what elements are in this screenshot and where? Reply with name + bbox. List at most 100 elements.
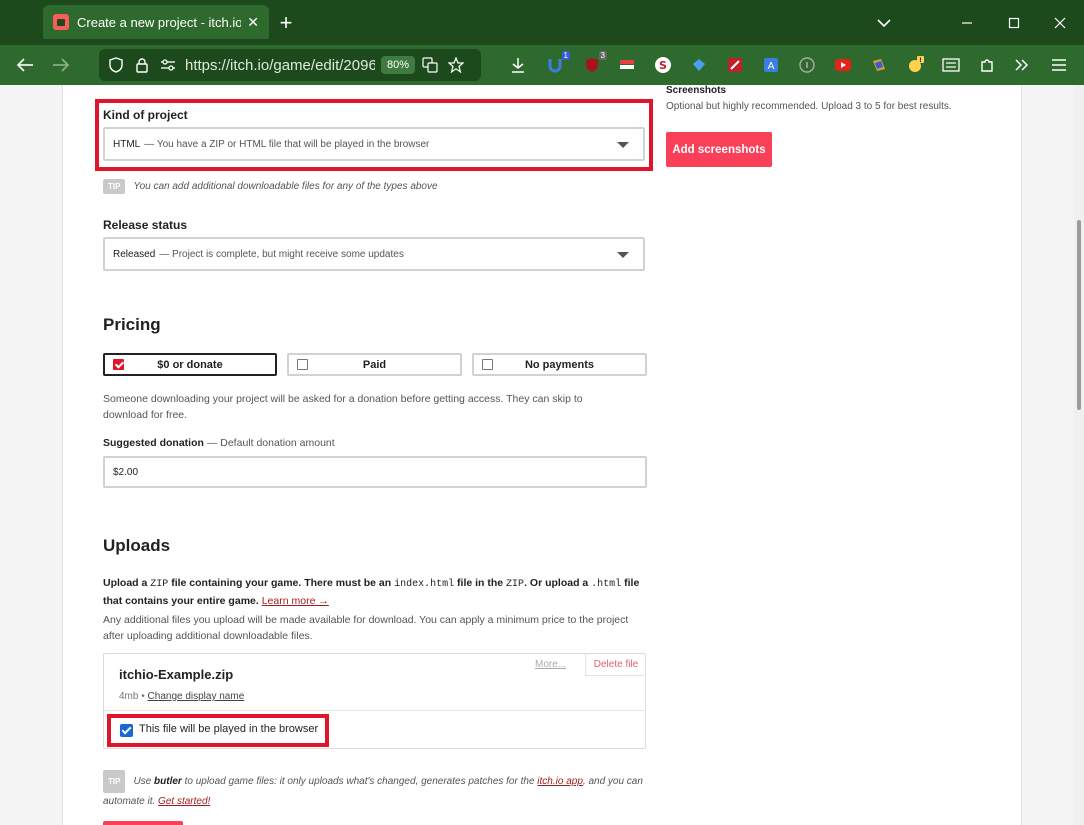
new-tab-button[interactable]: +: [275, 12, 297, 34]
uploads-heading: Uploads: [103, 536, 171, 555]
add-screenshots-button[interactable]: Add screenshots: [666, 132, 772, 167]
tip-badge: TIP: [103, 770, 126, 793]
uploads-additional-note: Any additional files you upload will be …: [103, 614, 629, 642]
checkbox-empty-icon: [297, 359, 308, 370]
pricing-option-label: $0 or donate: [157, 358, 223, 371]
screenshots-hint: Optional but highly recommended. Upload …: [666, 101, 952, 112]
browser-navbar: https://itch.io/game/edit/2096 80% 1 3 S…: [0, 45, 1084, 85]
played-in-browser-checkbox[interactable]: [120, 724, 133, 737]
folder-extension-icon[interactable]: [868, 54, 890, 76]
extensions-puzzle-icon[interactable]: [976, 54, 998, 76]
intro-text: file in the: [457, 577, 504, 589]
release-description: — Project is complete, but might receive…: [159, 248, 404, 260]
dropdown-arrow-icon: [617, 142, 629, 148]
youtube-extension-icon[interactable]: [832, 54, 854, 76]
learn-more-link[interactable]: Learn more →: [262, 595, 329, 607]
tip-badge: TIP: [103, 179, 126, 194]
itchio-favicon-icon: [53, 14, 69, 30]
downloads-icon[interactable]: [507, 54, 529, 76]
pricing-option-no-payments[interactable]: No payments: [472, 353, 647, 376]
played-in-browser-label[interactable]: This file will be played in the browser: [139, 723, 318, 735]
suggested-donation-title: Suggested donation: [103, 437, 204, 449]
change-display-name-link[interactable]: Change display name: [148, 691, 245, 702]
info-circle-extension-icon[interactable]: [796, 54, 818, 76]
stack-extension-icon[interactable]: [616, 54, 638, 76]
pen-extension-icon[interactable]: [724, 54, 746, 76]
page-scrollbar[interactable]: [1074, 85, 1084, 825]
page-viewport: Kind of project HTML — You have a ZIP or…: [0, 85, 1074, 825]
svg-text:!: !: [919, 57, 922, 64]
checkbox-empty-icon: [482, 359, 493, 370]
diamond-extension-icon[interactable]: [688, 54, 710, 76]
tip-text: to upload game files: it only uploads wh…: [184, 776, 535, 788]
kind-tip: TIP You can add additional downloadable f…: [103, 179, 438, 194]
edit-project-form: Kind of project HTML — You have a ZIP or…: [62, 85, 1022, 825]
window-maximize-icon[interactable]: [1003, 13, 1025, 33]
screenshots-heading: Screenshots: [666, 85, 727, 96]
intro-code: index.html: [394, 579, 455, 590]
pricing-option-label: Paid: [362, 358, 387, 371]
intro-code: .html: [591, 579, 622, 590]
suggested-donation-input[interactable]: $2.00: [103, 456, 647, 488]
intro-text: file containing your game. There must be…: [171, 577, 392, 589]
pricing-description: Someone downloading your project will be…: [103, 393, 583, 421]
pricing-option-label: No payments: [524, 358, 595, 371]
delete-file-button[interactable]: Delete file: [585, 654, 646, 676]
meta-separator: •: [141, 691, 145, 702]
release-status-label: Release status: [103, 218, 188, 232]
itchio-app-link[interactable]: itch.io app: [537, 776, 583, 787]
window-minimize-icon[interactable]: [956, 13, 978, 33]
dropdown-arrow-icon: [617, 252, 629, 258]
overflow-chevrons-icon[interactable]: [1011, 54, 1033, 76]
kind-of-project-select[interactable]: HTML — You have a ZIP or HTML file that …: [103, 127, 645, 161]
release-value: Released: [113, 248, 156, 260]
back-arrow-icon[interactable]: [14, 54, 36, 76]
address-bar[interactable]: https://itch.io/game/edit/2096 80%: [99, 49, 481, 81]
reader-view-icon[interactable]: [940, 54, 962, 76]
get-started-link[interactable]: Get started!: [158, 796, 210, 807]
tab-title: Create a new project - itch.io: [77, 14, 242, 30]
file-more-link[interactable]: More...: [535, 659, 566, 670]
site-permissions-icon[interactable]: [159, 56, 177, 74]
release-status-select[interactable]: Released — Project is complete, but migh…: [103, 237, 645, 271]
bookmark-star-icon[interactable]: [447, 56, 465, 74]
intro-code: ZIP: [150, 579, 169, 590]
file-size: 4mb: [119, 691, 139, 702]
pricing-option-donate[interactable]: $0 or donate: [103, 353, 277, 376]
url-text[interactable]: https://itch.io/game/edit/2096: [185, 57, 375, 74]
checkbox-checked-icon: [113, 359, 124, 370]
kind-value: HTML: [113, 138, 141, 150]
translate-extension-icon[interactable]: A: [760, 54, 782, 76]
pricing-option-paid[interactable]: Paid: [287, 353, 462, 376]
butler-tip: TIP Use butler to upload game files: it o…: [103, 770, 643, 810]
divider: [104, 710, 645, 711]
kind-of-project-label: Kind of project: [103, 108, 188, 122]
browser-titlebar: Create a new project - itch.io ✕ +: [0, 0, 1084, 45]
forward-arrow-icon[interactable]: [50, 54, 72, 76]
intro-text: Upload a: [103, 577, 148, 589]
tab-close-icon[interactable]: ✕: [247, 14, 259, 31]
ublock-shield-icon[interactable]: 3: [581, 51, 607, 76]
warning-extension-icon[interactable]: !: [904, 54, 926, 76]
kind-tip-text: You can add additional downloadable file…: [133, 181, 438, 193]
save-button-partial[interactable]: [103, 821, 183, 825]
zoom-level-badge[interactable]: 80%: [380, 56, 415, 74]
shield-icon[interactable]: [107, 56, 125, 74]
intro-text: . Or upload a: [524, 577, 589, 589]
uploaded-file-card: itchio-Example.zip 4mb • Change display …: [103, 653, 646, 749]
file-meta: 4mb • Change display name: [119, 691, 244, 702]
kind-description: — You have a ZIP or HTML file that will …: [144, 138, 430, 150]
translate-icon[interactable]: [421, 56, 439, 74]
lock-icon[interactable]: [133, 56, 151, 74]
extension-badge: 1: [561, 51, 570, 60]
suggested-donation-sub: — Default donation amount: [206, 437, 335, 449]
magnet-extension-icon[interactable]: 1: [544, 51, 570, 76]
s-circle-extension-icon[interactable]: S: [652, 54, 674, 76]
tab-list-chevron-icon[interactable]: [874, 13, 894, 33]
browser-tab[interactable]: Create a new project - itch.io ✕: [43, 5, 269, 39]
window-close-icon[interactable]: [1049, 13, 1071, 33]
butler-text: butler: [154, 776, 182, 788]
file-name: itchio-Example.zip: [119, 667, 234, 682]
scrollbar-thumb[interactable]: [1077, 220, 1081, 410]
hamburger-menu-icon[interactable]: [1048, 54, 1070, 76]
